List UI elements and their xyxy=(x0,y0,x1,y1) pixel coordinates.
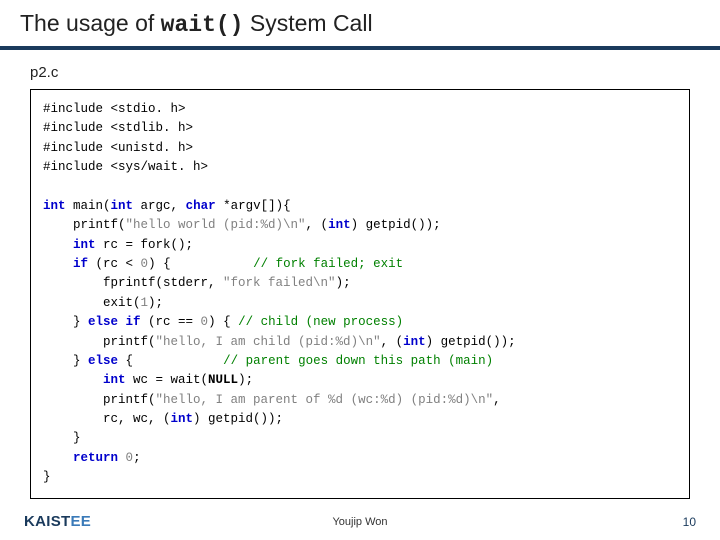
logo: KAISTEE xyxy=(24,513,91,530)
code-t xyxy=(118,451,126,465)
code-t: ); xyxy=(148,296,163,310)
code-line: #include <sys/wait. h> xyxy=(43,160,208,174)
code-t: printf( xyxy=(43,218,126,232)
code-t: ; xyxy=(133,451,141,465)
code-t: } xyxy=(43,431,81,445)
code-t: } xyxy=(43,315,88,329)
title-suffix: System Call xyxy=(243,10,372,36)
code-line: #include <unistd. h> xyxy=(43,141,193,155)
code-kw: if xyxy=(73,257,88,271)
title-prefix: The usage of xyxy=(20,10,161,36)
code-t: (rc < xyxy=(88,257,141,271)
code-t: main( xyxy=(66,199,111,213)
code-t: fprintf(stderr, xyxy=(43,276,223,290)
code-t: ) getpid()); xyxy=(193,412,283,426)
author-name: Youjip Won xyxy=(332,516,387,528)
code-t xyxy=(43,238,73,252)
title-bar: The usage of wait() System Call xyxy=(0,0,720,50)
code-t: printf( xyxy=(43,335,156,349)
code-str: "hello, I am parent of %d (wc:%d) (pid:%… xyxy=(156,393,494,407)
code-t: rc, wc, ( xyxy=(43,412,171,426)
code-kw: int xyxy=(103,373,126,387)
page-number: 10 xyxy=(683,515,696,529)
code-t: ) { xyxy=(208,315,238,329)
code-t: argc, xyxy=(133,199,186,213)
code-kw: return xyxy=(73,451,118,465)
code-t: printf( xyxy=(43,393,156,407)
footer: KAISTEE Youjip Won 10 xyxy=(0,513,720,530)
code-kw: int xyxy=(43,199,66,213)
code-line: #include <stdlib. h> xyxy=(43,121,193,135)
code-kw: char xyxy=(186,199,216,213)
code-t xyxy=(43,373,103,387)
code-t: { xyxy=(118,354,223,368)
code-t: exit( xyxy=(43,296,141,310)
code-t: ); xyxy=(336,276,351,290)
code-block: #include <stdio. h> #include <stdlib. h>… xyxy=(30,89,690,499)
title-code: wait() xyxy=(161,12,244,38)
code-num: 0 xyxy=(141,257,149,271)
code-kw: int xyxy=(171,412,194,426)
code-t xyxy=(43,257,73,271)
filename-label: p2.c xyxy=(30,64,720,81)
slide: The usage of wait() System Call p2.c #in… xyxy=(0,0,720,540)
code-t: wc = wait( xyxy=(126,373,209,387)
code-null: NULL xyxy=(208,373,238,387)
code-num: 1 xyxy=(141,296,149,310)
code-str: "hello world (pid:%d)\n" xyxy=(126,218,306,232)
code-t: (rc == xyxy=(141,315,201,329)
code-comment: // child (new process) xyxy=(238,315,403,329)
code-t: , ( xyxy=(381,335,404,349)
code-kw: int xyxy=(111,199,134,213)
code-t: ) getpid()); xyxy=(426,335,516,349)
code-t: ) { xyxy=(148,257,253,271)
code-num: 0 xyxy=(126,451,134,465)
code-line: #include <stdio. h> xyxy=(43,102,186,116)
slide-title: The usage of wait() System Call xyxy=(20,10,700,38)
code-comment: // fork failed; exit xyxy=(253,257,403,271)
code-str: "hello, I am child (pid:%d)\n" xyxy=(156,335,381,349)
code-num: 0 xyxy=(201,315,209,329)
code-t: rc = fork(); xyxy=(96,238,194,252)
code-t: *argv[]){ xyxy=(216,199,291,213)
logo-main: KAIST xyxy=(24,513,71,530)
code-t xyxy=(43,451,73,465)
code-t: ) getpid()); xyxy=(351,218,441,232)
code-kw: else xyxy=(88,354,118,368)
code-t: , ( xyxy=(306,218,329,232)
code-comment: // parent goes down this path (main) xyxy=(223,354,493,368)
code-t: ); xyxy=(238,373,253,387)
code-kw: int xyxy=(73,238,96,252)
code-t: , xyxy=(493,393,501,407)
code-str: "fork failed\n" xyxy=(223,276,336,290)
code-t: } xyxy=(43,354,88,368)
code-kw: int xyxy=(403,335,426,349)
logo-suffix: EE xyxy=(71,513,92,530)
code-kw: int xyxy=(328,218,351,232)
code-t: } xyxy=(43,470,51,484)
code-kw: else if xyxy=(88,315,141,329)
